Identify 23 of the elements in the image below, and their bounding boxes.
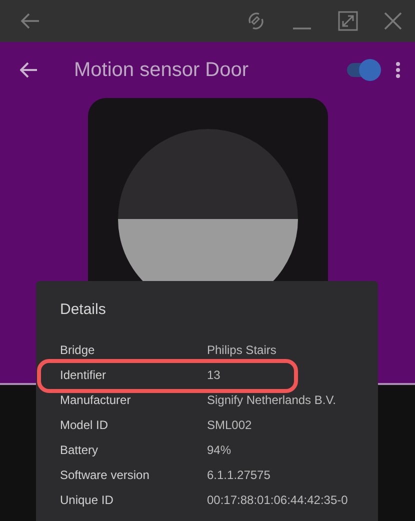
detail-label: Identifier (60, 368, 108, 382)
detail-value: 13 (207, 368, 220, 382)
rotate-icon[interactable] (246, 11, 266, 31)
dialog-title: Details (60, 301, 107, 318)
back-icon[interactable] (20, 13, 40, 29)
detail-label: Manufacturer (60, 392, 132, 406)
detail-value: 00:17:88:01:06:44:42:35-0 (207, 492, 348, 506)
detail-label: Software version (60, 468, 150, 482)
more-menu-icon[interactable] (395, 61, 401, 79)
detail-value: 94% (207, 442, 232, 456)
page-title: Motion sensor Door (74, 58, 250, 82)
detail-value: Philips Stairs (207, 342, 276, 356)
back-icon[interactable] (20, 62, 38, 78)
detail-label: Bridge (60, 342, 96, 356)
detail-label: Unique ID (60, 492, 114, 506)
detail-value: Signify Netherlands B.V. (207, 392, 336, 406)
close-icon[interactable] (383, 11, 403, 31)
detail-label: Battery (60, 442, 100, 456)
minimize-icon[interactable] (293, 26, 311, 30)
detail-value: SML002 (207, 418, 252, 432)
detail-value: 6.1.1.27575 (207, 468, 270, 482)
detail-label: Model ID (60, 418, 110, 432)
maximize-icon[interactable] (338, 11, 358, 31)
